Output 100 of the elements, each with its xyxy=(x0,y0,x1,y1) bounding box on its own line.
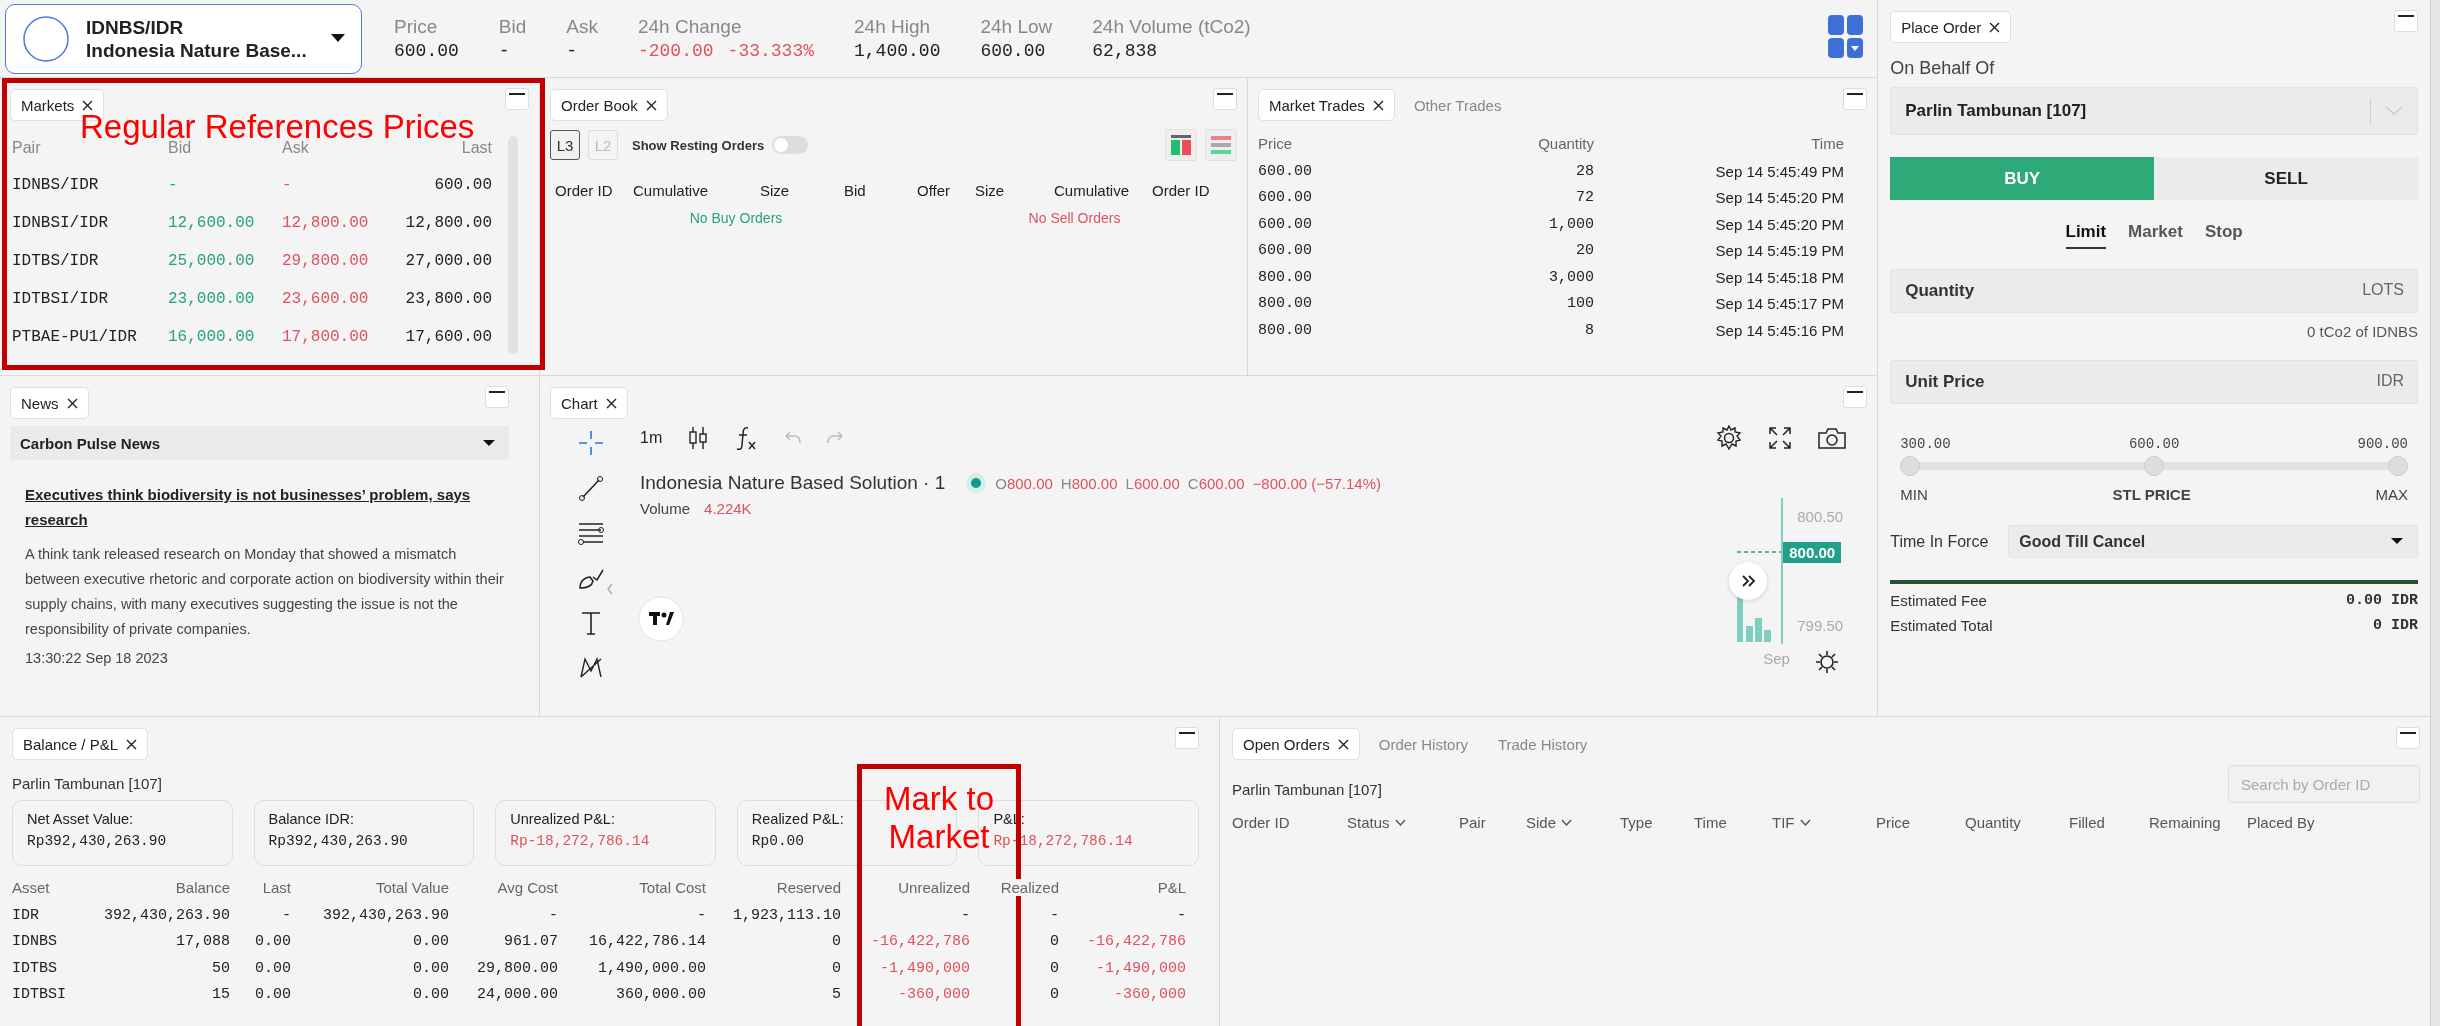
settings-icon[interactable] xyxy=(1815,650,1840,674)
annotation-label: Market xyxy=(888,818,990,856)
column-header[interactable]: Price xyxy=(1876,807,1965,837)
pair-selector[interactable]: IDNBS/IDR Indonesia Nature Base... xyxy=(5,3,362,74)
minimize-button[interactable] xyxy=(1175,727,1199,749)
text-tool-icon[interactable] xyxy=(579,610,603,636)
table-cell-text: 0.00 xyxy=(412,959,449,977)
lines-icon[interactable] xyxy=(577,520,605,546)
minimize-button[interactable] xyxy=(485,386,509,408)
table-cell-text: - xyxy=(1049,906,1059,924)
ohlc-key: C xyxy=(1187,474,1199,492)
column-header[interactable]: Status xyxy=(1347,807,1459,837)
close-icon xyxy=(1372,99,1384,111)
order-type-tab[interactable]: Limit xyxy=(2065,222,2107,249)
table-cell-text: 392,430,263.90 xyxy=(321,906,449,924)
place-order-tab[interactable]: Place Order xyxy=(1890,11,2012,43)
column-header[interactable]: TIF xyxy=(1772,807,1876,837)
column-header[interactable]: Filled xyxy=(2069,807,2149,837)
news-headline-link[interactable]: Executives think biodiversity is not businesses’ problem, says research xyxy=(25,482,495,532)
column-header[interactable]: Type xyxy=(1620,807,1694,837)
order-type-tab[interactable]: Stop xyxy=(2204,222,2243,249)
minimize-button[interactable] xyxy=(1843,386,1868,408)
toggle-switch[interactable] xyxy=(772,136,809,154)
stat-label: Bid xyxy=(498,16,527,38)
table-cell-text: 23,600.00 xyxy=(282,290,370,308)
crosshair-icon[interactable] xyxy=(578,430,604,456)
column-header[interactable]: Order ID xyxy=(1232,807,1347,837)
table-cell-text: IDNBS/IDR xyxy=(12,176,100,194)
table-cell-text: 16,000.00 xyxy=(168,328,256,346)
stat-value: -200.00 xyxy=(637,41,714,61)
trend-line-icon[interactable] xyxy=(578,475,604,501)
summary-value: 0 IDR xyxy=(2373,617,2418,634)
order-book-tab[interactable]: Order Book xyxy=(550,89,668,121)
summary-label: Estimated Total xyxy=(1890,617,1993,634)
slider-value: 300.00 xyxy=(1900,436,1951,452)
stat-value: - xyxy=(498,41,510,61)
ohlc-key: O xyxy=(995,474,1007,492)
table-cell-text: 29,800.00 xyxy=(476,959,558,977)
minimize-button[interactable] xyxy=(2394,10,2418,32)
time-in-force-select[interactable]: Good Till Cancel xyxy=(2008,525,2418,558)
table-cell-text: - xyxy=(1176,906,1186,924)
ohlc-key: H xyxy=(1060,474,1072,492)
news-tab[interactable]: News xyxy=(10,387,89,419)
view-button[interactable] xyxy=(1165,129,1197,161)
function-icon[interactable] xyxy=(734,425,759,451)
status-dot-icon xyxy=(965,472,988,494)
account-select[interactable]: Parlin Tambunan [107] xyxy=(1890,87,2418,135)
table-cell-text: Sep 14 5:45:49 PM xyxy=(1714,162,1844,180)
logo-icon[interactable] xyxy=(638,596,684,642)
scroll-forward-button[interactable] xyxy=(1729,562,1768,600)
column-header[interactable]: Side xyxy=(1526,807,1620,837)
table-cell-text: 0 xyxy=(1049,959,1059,977)
table-cell-text: 0 xyxy=(1049,986,1059,1004)
column-header[interactable]: Pair xyxy=(1459,807,1526,837)
minimize-button[interactable] xyxy=(1213,88,1237,110)
scrollbar[interactable] xyxy=(2430,0,2440,1026)
column-header: Pair xyxy=(12,139,42,157)
column-header[interactable]: Placed By xyxy=(2247,807,2367,837)
minimize-icon xyxy=(1179,732,1195,734)
minimize-button[interactable] xyxy=(1843,88,1868,110)
interval-button[interactable]: 1m xyxy=(640,429,663,447)
close-icon xyxy=(66,397,78,409)
panel-tab[interactable]: Market Trades xyxy=(1258,89,1395,121)
side-button[interactable]: SELL xyxy=(2154,157,2418,200)
panel-tab[interactable]: Open Orders xyxy=(1232,728,1360,760)
unit-label: LOTS xyxy=(2362,281,2404,299)
chart-tab[interactable]: Chart xyxy=(550,387,628,419)
slider-thumb[interactable] xyxy=(2144,456,2165,476)
fullscreen-icon[interactable] xyxy=(1767,425,1794,451)
depth-level-button[interactable]: L3 xyxy=(550,130,580,160)
table-cell-text: 5 xyxy=(831,986,841,1004)
news-source-select[interactable]: Carbon Pulse News xyxy=(10,426,509,460)
table-cell-text: Sep 14 5:45:20 PM xyxy=(1714,215,1844,233)
table-cell-text: 600.00 xyxy=(1258,215,1313,233)
table-cell-text: -16,422,786 xyxy=(1085,933,1186,951)
table-cell-text: 27,000.00 xyxy=(404,252,492,270)
close-icon xyxy=(1337,738,1349,750)
search-field[interactable]: Search by Order ID xyxy=(2228,765,2420,803)
table-cell-text: 0 xyxy=(1049,933,1059,951)
balance-tab[interactable]: Balance / P&L xyxy=(12,728,149,760)
table-cell-text: 800.00 xyxy=(1258,268,1313,286)
column-header[interactable]: Quantity xyxy=(1965,807,2069,837)
card-label: Balance IDR: xyxy=(268,811,356,827)
table-cell-text: 20 xyxy=(1575,242,1594,260)
caret-icon xyxy=(483,439,495,447)
caret-icon xyxy=(331,34,345,43)
column-header: P&L xyxy=(1156,878,1186,896)
column-header[interactable]: Remaining xyxy=(2149,807,2247,837)
table-cell-text: 0.00 xyxy=(412,986,449,1004)
column-header[interactable]: Time xyxy=(1694,807,1772,837)
slider-track[interactable] xyxy=(1900,456,2408,476)
order-type-tab[interactable]: Market xyxy=(2128,222,2183,249)
split-view-icon xyxy=(1169,133,1193,157)
minimize-button[interactable] xyxy=(2396,727,2420,749)
camera-icon[interactable] xyxy=(1817,425,1848,451)
table-cell-text: 15 xyxy=(211,986,230,1004)
toggle-label: Show Resting Orders xyxy=(632,137,765,153)
ohlc-value: 600.00 xyxy=(1198,474,1245,492)
minimize-button[interactable] xyxy=(505,88,529,110)
settings-icon[interactable] xyxy=(1715,424,1744,452)
